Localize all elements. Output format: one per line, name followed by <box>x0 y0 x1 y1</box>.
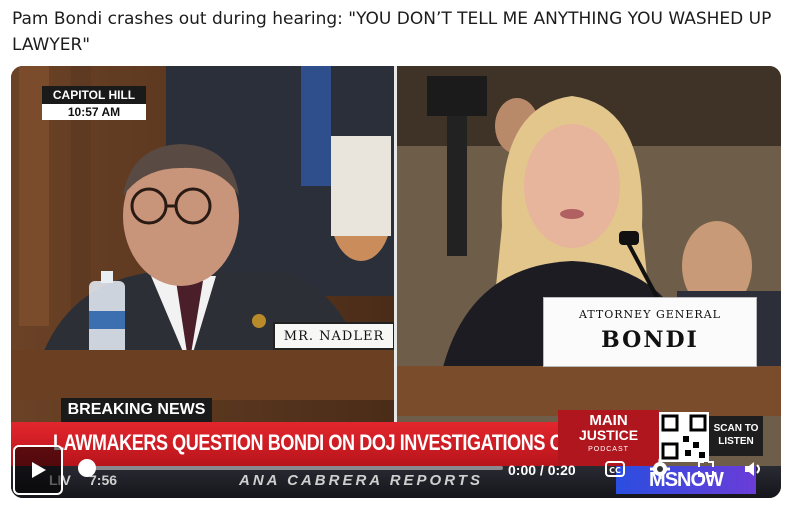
play-icon <box>32 462 46 478</box>
headline-bar: LAWMAKERS QUESTION BONDI ON DOJ INVESTIG… <box>11 422 558 466</box>
settings-button[interactable] <box>648 458 672 480</box>
nameplate-nadler: MR. NADLER <box>273 322 394 350</box>
nameplate-bondi: ATTORNEY GENERAL BONDI <box>543 297 757 367</box>
nameplate-bondi-name: BONDI <box>601 327 699 353</box>
volume-icon <box>745 462 760 476</box>
scan-to-listen: SCAN TO LISTEN <box>709 416 763 456</box>
headline-text: LAWMAKERS QUESTION BONDI ON DOJ INVESTIG… <box>53 430 558 455</box>
timecode: 0:00 / 0:20 <box>508 462 576 478</box>
video-player[interactable]: CAPITOL HILL 10:57 AM MR. NADLER ATTORNE… <box>11 66 781 498</box>
promo-line-3: PODCAST <box>588 446 629 453</box>
captions-button[interactable]: CC <box>603 458 627 480</box>
breaking-news-label: BREAKING NEWS <box>61 398 212 422</box>
location-bug: CAPITOL HILL 10:57 AM <box>42 86 146 120</box>
clock-label: 10:57 AM <box>42 104 146 120</box>
location-label: CAPITOL HILL <box>42 86 146 104</box>
play-button[interactable] <box>13 445 63 495</box>
progress-bar[interactable] <box>89 466 503 470</box>
fullscreen-button[interactable] <box>694 458 718 480</box>
post-title: Pam Bondi crashes out during hearing: "Y… <box>12 9 772 55</box>
nameplate-bondi-title: ATTORNEY GENERAL <box>579 308 721 321</box>
ticker-show: ANA CABRERA REPORTS <box>239 472 483 489</box>
captions-icon: CC <box>605 461 625 477</box>
svg-text:CC: CC <box>609 466 621 475</box>
fullscreen-icon <box>698 461 714 477</box>
progress-knob[interactable] <box>78 459 96 477</box>
qr-code-icon <box>659 412 709 462</box>
volume-button[interactable] <box>741 458 765 480</box>
promo-line-1: MAIN <box>589 412 628 429</box>
promo-line-2: JUSTICE <box>578 427 639 443</box>
settings-icon <box>650 459 670 479</box>
network-logo: MSNOW <box>616 466 756 494</box>
